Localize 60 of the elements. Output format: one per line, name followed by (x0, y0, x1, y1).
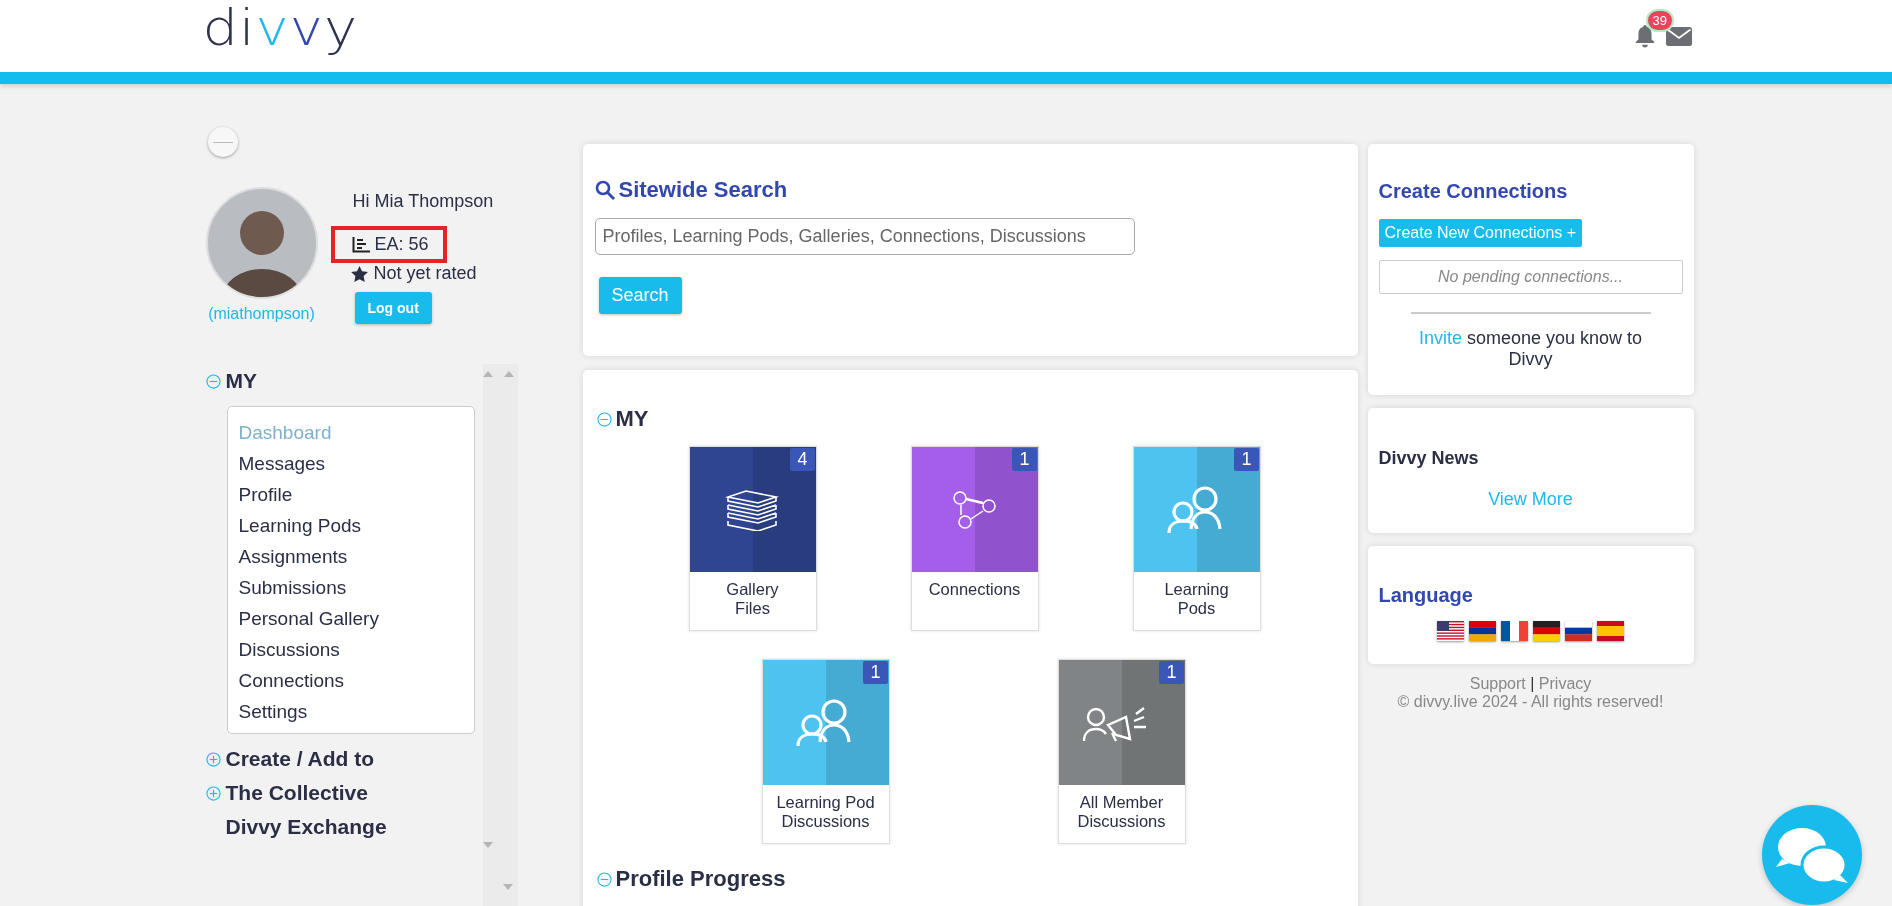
dashboard-tile[interactable]: 1 All Member Discussions (1057, 659, 1186, 844)
menu-item[interactable]: Profile (238, 479, 474, 510)
greeting-text: Hi Mia Thompson (352, 191, 494, 212)
count-badge: 1 (1234, 448, 1259, 471)
flag-icon[interactable] (1565, 621, 1592, 641)
pending-connections-field: No pending connections... (1378, 260, 1683, 294)
collapse-icon (205, 373, 221, 389)
bell-icon[interactable] (1633, 24, 1656, 48)
expand-icon (205, 751, 221, 767)
notification-badge: 39 (1647, 11, 1672, 30)
section-toggle[interactable]: The Collective (205, 776, 479, 810)
flag-icon[interactable] (1469, 621, 1496, 641)
section-link[interactable]: Divvy Exchange (205, 810, 479, 844)
card-title: Create Connections (1378, 180, 1568, 203)
collapse-icon (596, 411, 612, 427)
menu-item[interactable]: Learning Pods (238, 510, 474, 541)
card-title: Language (1378, 584, 1474, 607)
section-toggle[interactable]: Profile Progress (596, 866, 1344, 892)
tile-label: Learning Pods (1163, 579, 1230, 619)
section-toggle[interactable]: MY (205, 364, 479, 398)
menu-item[interactable]: Submissions (238, 572, 474, 603)
dashboard-tile[interactable]: 1 Connections (910, 446, 1039, 631)
dashboard-tile[interactable]: 1 Learning Pod Discussions (761, 659, 890, 844)
flag-icon[interactable] (1437, 621, 1464, 641)
menu-item[interactable]: Messages (238, 448, 474, 479)
search-title: Sitewide Search (618, 177, 788, 203)
count-badge: 4 (790, 448, 815, 471)
footer-separator: | (1530, 675, 1535, 692)
menu-item[interactable]: Personal Gallery (238, 603, 474, 634)
count-badge: 1 (863, 661, 888, 684)
flag-icon[interactable] (1533, 621, 1560, 641)
star-icon (350, 265, 368, 282)
chart-icon (351, 236, 370, 253)
network-icon (952, 490, 997, 529)
dashboard-tile[interactable]: 4 Gallery Files (688, 446, 817, 631)
menu-item[interactable]: Settings (238, 696, 474, 727)
search-icon (594, 180, 615, 200)
rating-text: Not yet rated (373, 263, 477, 284)
menu-item[interactable]: Discussions (238, 634, 474, 665)
copyright-text: © divvy.live 2024 - All rights reserved! (1396, 693, 1665, 711)
mail-icon[interactable] (1665, 26, 1692, 46)
chat-icon (1774, 825, 1850, 885)
count-badge: 1 (1159, 661, 1184, 684)
tile-label: Learning Pod Discussions (775, 792, 876, 832)
section-toggle[interactable]: MY (596, 406, 1344, 432)
count-badge: 1 (1012, 448, 1037, 471)
search-field[interactable]: Profiles, Learning Pods, Galleries, Connections, Discussions (594, 218, 1135, 255)
menu-item[interactable]: Connections (238, 665, 474, 696)
menu-item[interactable]: Assignments (238, 541, 474, 572)
dashboard-tile[interactable]: 1 Learning Pods (1132, 446, 1261, 631)
tile-label: All Member Discussions (1076, 792, 1167, 832)
card-title: Divvy News (1378, 448, 1480, 469)
tile-label: Gallery Files (725, 579, 780, 619)
expand-icon (205, 785, 221, 801)
invite-text: Invite someone you know to Divvy (1417, 328, 1644, 370)
ea-score: EA: 56 (374, 234, 429, 255)
flag-icon[interactable] (1501, 621, 1528, 641)
section-toggle[interactable]: Create / Add to (205, 742, 479, 776)
collapse-icon (596, 871, 612, 887)
tile-label: Connections (927, 579, 1022, 600)
